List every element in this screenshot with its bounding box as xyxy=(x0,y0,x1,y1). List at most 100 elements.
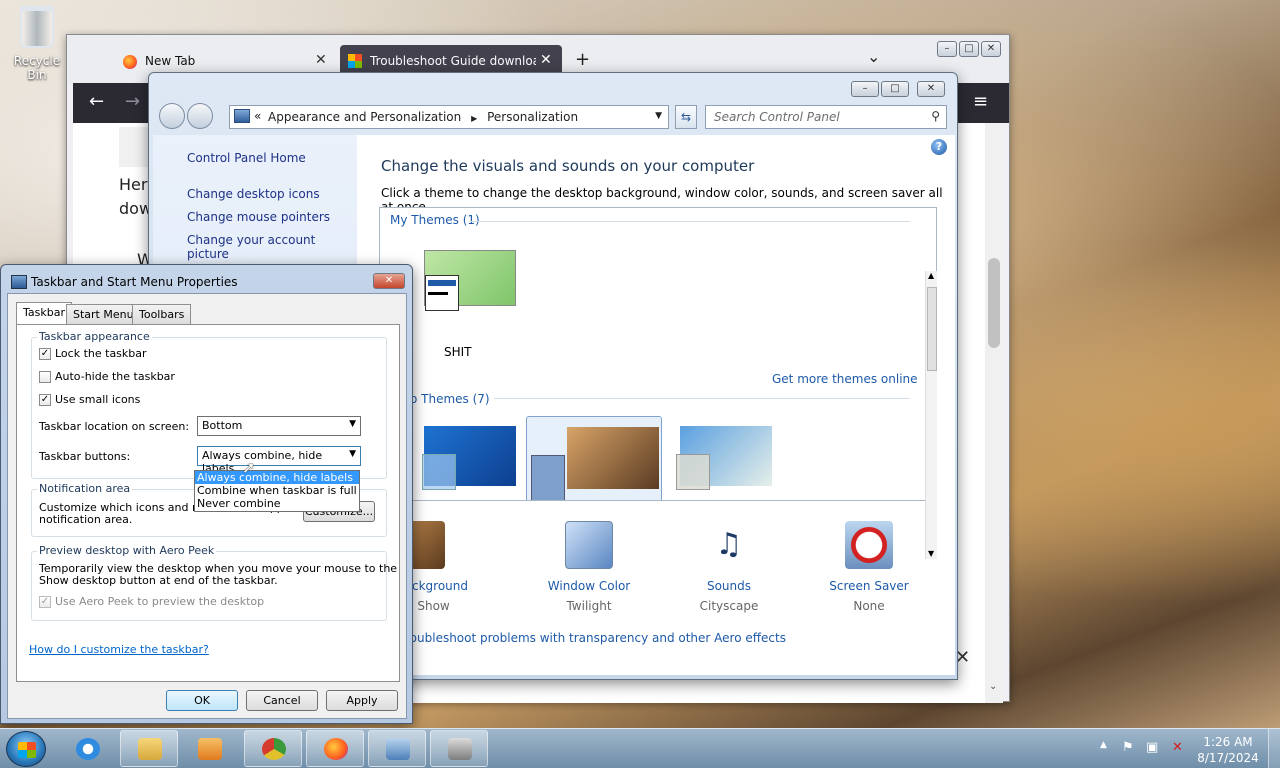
change-mouse-pointers-link[interactable]: Change mouse pointers xyxy=(187,210,330,224)
control-panel-home-link[interactable]: Control Panel Home xyxy=(187,151,306,165)
themes-list: My Themes (1) SHIT Get more themes onlin… xyxy=(379,207,937,501)
characters-theme-thumbnail[interactable] xyxy=(676,426,772,490)
firefox-window-controls: – □ ✕ xyxy=(937,41,1001,57)
tab-label: New Tab xyxy=(145,54,196,68)
breadcrumb-personalization[interactable]: Personalization xyxy=(487,110,578,124)
close-button[interactable]: ✕ xyxy=(917,81,945,97)
help-link[interactable]: How do I customize the taskbar? xyxy=(29,643,209,656)
action-center-flag-icon[interactable]: ⚑ xyxy=(1122,740,1134,755)
scroll-down-icon[interactable]: ⌄ xyxy=(989,681,997,692)
my-theme-thumbnail[interactable] xyxy=(424,250,516,311)
back-button[interactable] xyxy=(159,103,185,129)
address-bar[interactable]: « Appearance and Personalization ▶ Perso… xyxy=(229,105,669,129)
sounds-icon: ♫ xyxy=(715,527,743,562)
maximize-button[interactable]: □ xyxy=(959,41,979,57)
window-color-item[interactable]: Window Color Twilight xyxy=(529,521,649,613)
taskbar-internet-explorer[interactable] xyxy=(58,730,116,767)
get-more-themes-link[interactable]: Get more themes online xyxy=(772,372,918,386)
minimize-button[interactable]: – xyxy=(937,41,957,57)
taskbar-media-player[interactable] xyxy=(180,730,238,767)
aero-peek-row[interactable]: ✓ Use Aero Peek to preview the desktop xyxy=(39,595,264,608)
scrollbar-thumb[interactable] xyxy=(988,258,1000,348)
forward-button[interactable] xyxy=(187,103,213,129)
tab-taskbar[interactable]: Taskbar xyxy=(16,302,72,326)
back-arrow-icon[interactable]: ← xyxy=(89,91,104,112)
refresh-icon[interactable]: ⇆ xyxy=(675,105,697,129)
windows7-theme-thumbnail[interactable] xyxy=(422,426,516,490)
lock-taskbar-checkbox[interactable]: ✓ xyxy=(39,347,51,360)
volume-muted-icon[interactable]: ✕ xyxy=(1172,740,1183,755)
lock-taskbar-row[interactable]: ✓ Lock the taskbar xyxy=(39,347,147,360)
dialog-title: Taskbar and Start Menu Properties xyxy=(31,275,238,289)
search-icon[interactable]: ⚲ xyxy=(931,109,940,123)
cancel-button[interactable]: Cancel xyxy=(246,690,318,711)
checkbox-label: Use Aero Peek to preview the desktop xyxy=(55,595,265,608)
aero-peek-checkbox[interactable]: ✓ xyxy=(39,595,51,608)
tab-list-chevron-icon[interactable]: ⌄ xyxy=(867,47,880,66)
recycle-bin-desktop-icon[interactable]: Recycle Bin xyxy=(4,6,70,82)
forward-arrow-icon[interactable]: → xyxy=(125,91,140,112)
microsoft-logo-icon xyxy=(348,54,362,68)
scroll-up-icon[interactable]: ▲ xyxy=(928,271,934,280)
taskbar-control-panel[interactable] xyxy=(368,730,426,767)
close-button[interactable]: ✕ xyxy=(981,41,1001,57)
architecture-theme-thumbnail-selected[interactable] xyxy=(526,416,662,500)
checkbox-label: Use small icons xyxy=(55,393,141,406)
change-desktop-icons-link[interactable]: Change desktop icons xyxy=(187,187,320,201)
address-dropdown-icon[interactable]: ▼ xyxy=(655,111,662,121)
maximize-button[interactable]: □ xyxy=(881,81,909,97)
tab-toolbars[interactable]: Toolbars xyxy=(132,304,192,324)
ok-button[interactable]: OK xyxy=(166,690,238,711)
location-select[interactable]: Bottom ▼ xyxy=(197,416,361,436)
minimize-button[interactable]: – xyxy=(851,81,879,97)
start-button[interactable] xyxy=(6,731,46,767)
tab-start-menu[interactable]: Start Menu xyxy=(66,304,141,324)
folder-icon xyxy=(138,738,162,760)
show-hidden-icons-icon[interactable]: ▲ xyxy=(1100,740,1107,750)
scrollbar-thumb[interactable] xyxy=(927,287,937,371)
new-tab-button[interactable]: + xyxy=(575,49,590,70)
screen-saver-icon xyxy=(845,521,893,569)
cp-window-controls: – □ ✕ xyxy=(851,81,945,97)
menu-hamburger-icon[interactable]: ≡ xyxy=(973,91,988,112)
search-placeholder: Search Control Panel xyxy=(714,110,840,124)
troubleshoot-aero-link[interactable]: roubleshoot problems with transparency a… xyxy=(405,631,786,645)
help-icon[interactable]: ? xyxy=(931,139,947,155)
media-player-icon xyxy=(198,738,222,760)
windows-logo-icon xyxy=(18,742,36,758)
close-tab-icon[interactable]: ✕ xyxy=(540,52,552,68)
breadcrumb-arrow-icon[interactable]: ▶ xyxy=(471,114,477,123)
auto-hide-checkbox[interactable] xyxy=(39,370,51,383)
sounds-item[interactable]: ♫ Sounds Cityscape xyxy=(669,521,789,613)
dropdown-option-always-combine[interactable]: Always combine, hide labels xyxy=(195,471,359,484)
breadcrumb-overflow[interactable]: « xyxy=(254,109,261,123)
taskbar-properties-window[interactable] xyxy=(430,730,488,767)
network-icon[interactable]: ▣ xyxy=(1146,740,1158,755)
small-icons-row[interactable]: ✓ Use small icons xyxy=(39,393,140,406)
small-icons-checkbox[interactable]: ✓ xyxy=(39,393,51,406)
item-value: Twilight xyxy=(566,599,612,613)
breadcrumb-appearance[interactable]: Appearance and Personalization xyxy=(268,110,461,124)
show-desktop-button[interactable] xyxy=(1268,729,1280,768)
themes-scrollbar[interactable]: ▲ ▼ xyxy=(925,271,937,559)
taskbar-buttons-select[interactable]: Always combine, hide labels ▼ xyxy=(197,446,361,475)
taskbar-firefox[interactable] xyxy=(306,730,364,767)
close-button[interactable]: ✕ xyxy=(373,273,405,289)
notification-text: notification area. xyxy=(39,513,133,526)
change-account-picture-link[interactable]: Change your account picture xyxy=(187,233,357,261)
item-label: Screen Saver xyxy=(829,579,909,593)
dropdown-option-never-combine[interactable]: Never combine xyxy=(195,497,359,510)
taskbar-chrome-like[interactable] xyxy=(244,730,302,767)
search-input[interactable]: Search Control Panel ⚲ xyxy=(705,105,947,129)
dropdown-option-combine-when-full[interactable]: Combine when taskbar is full xyxy=(195,484,359,497)
auto-hide-row[interactable]: Auto-hide the taskbar xyxy=(39,370,175,383)
firefox-scrollbar[interactable]: ⌄ xyxy=(985,123,1003,703)
theme-window-preview xyxy=(676,454,710,490)
system-clock[interactable]: 1:26 AM 8/17/2024 xyxy=(1196,734,1260,766)
apply-button[interactable]: Apply xyxy=(326,690,398,711)
close-tab-icon[interactable]: ✕ xyxy=(315,52,327,68)
clock-time: 1:26 AM xyxy=(1203,735,1253,749)
screen-saver-item[interactable]: Screen Saver None xyxy=(809,521,929,613)
checkbox-label: Lock the taskbar xyxy=(55,347,147,360)
taskbar-file-explorer[interactable] xyxy=(120,730,178,767)
